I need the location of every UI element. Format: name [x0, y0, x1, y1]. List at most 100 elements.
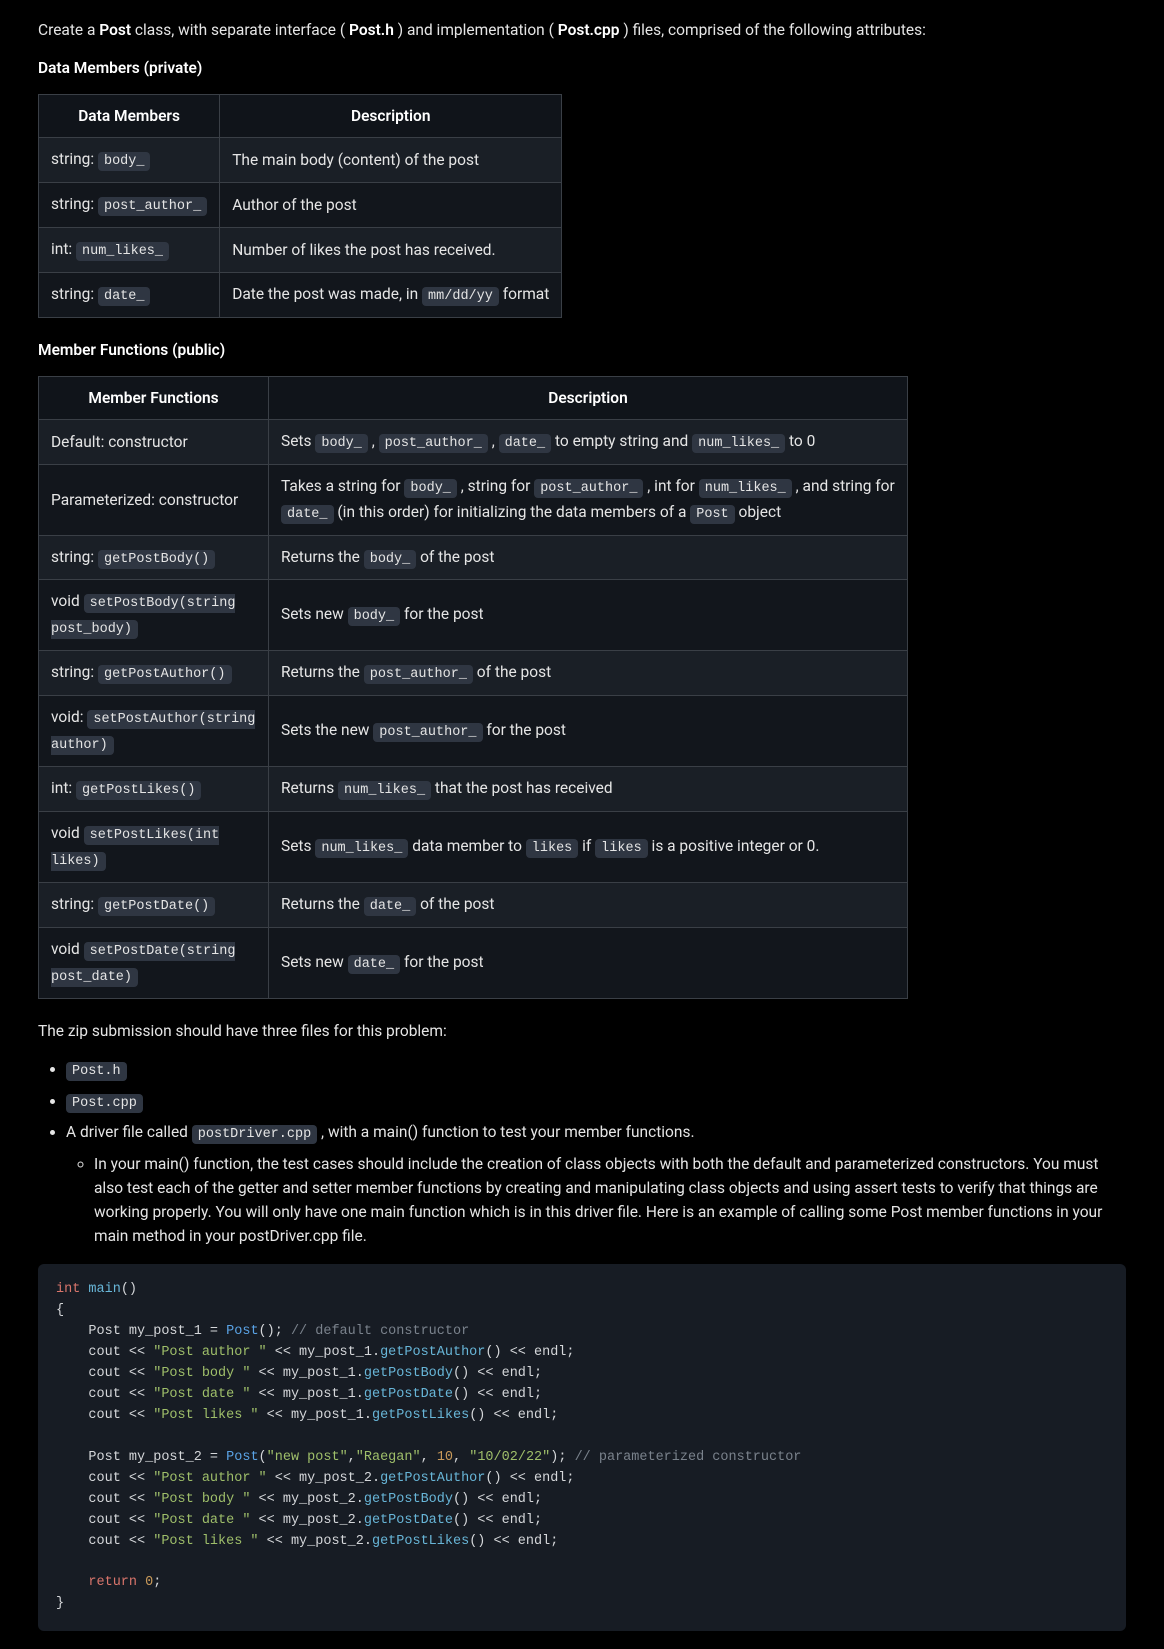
table-row: int: num_likes_ Number of likes the post… [39, 227, 562, 272]
tok: (); [259, 1324, 291, 1339]
tok: cout << [56, 1471, 153, 1486]
tok: getPostAuthor [380, 1471, 485, 1486]
tok: () << endl; [453, 1366, 542, 1381]
text: if [582, 837, 595, 855]
code: num_likes_ [315, 839, 408, 858]
tok: getPostAuthor [380, 1345, 485, 1360]
cell-function: void setPostLikes(int likes) [39, 811, 269, 882]
type-prefix: string: [51, 150, 98, 168]
cell-description: Returns num_likes_ that the post has rec… [269, 767, 908, 812]
text: of the post [477, 663, 551, 681]
tok: getPostLikes [372, 1534, 469, 1549]
type-prefix: string: [51, 548, 98, 566]
tok: // parameterized constructor [575, 1450, 802, 1465]
tok: () << endl; [469, 1408, 558, 1423]
code: date_ [499, 434, 552, 453]
tok: } [56, 1596, 64, 1611]
code: post_author_ [373, 723, 482, 742]
tok: () << endl; [453, 1387, 542, 1402]
type-prefix: int: [51, 779, 76, 797]
cell-function: string: getPostAuthor() [39, 651, 269, 696]
file-name: Post.h [349, 21, 394, 39]
text: for the post [404, 953, 484, 971]
text: Sets [281, 432, 315, 450]
code: body_ [404, 479, 457, 498]
text: of the post [420, 548, 494, 566]
text: ) files, comprised of the following attr… [623, 21, 926, 39]
tok [137, 1575, 145, 1590]
tok: "Raegan" [356, 1450, 421, 1465]
table-header: Data Members [39, 95, 220, 138]
cell-description: Date the post was made, in mm/dd/yy form… [220, 272, 562, 317]
cell-description: Returns the post_author_ of the post [269, 651, 908, 696]
table-header: Description [269, 376, 908, 419]
text: Returns the [281, 548, 364, 566]
code: post_author_ [379, 434, 488, 453]
tok: << my_post_2. [259, 1534, 372, 1549]
tok: "Post body " [153, 1492, 250, 1507]
tok: "Post date " [153, 1387, 250, 1402]
cell: string: post_author_ [39, 182, 220, 227]
tok: 10 [437, 1450, 453, 1465]
text: that the post has received [435, 779, 613, 797]
file-code: postDriver.cpp [192, 1125, 317, 1144]
tok: "Post author " [153, 1471, 266, 1486]
tok: << my_post_1. [250, 1366, 363, 1381]
type-prefix: string: [51, 195, 98, 213]
code: body_ [315, 434, 368, 453]
text: format [503, 285, 550, 303]
sub-list: In your main() function, the test cases … [66, 1152, 1126, 1248]
member-functions-heading: Member Functions (public) [38, 338, 1126, 362]
tok: << my_post_2. [250, 1492, 363, 1507]
text: data member to [412, 837, 526, 855]
text: Sets [281, 837, 315, 855]
tok: { [56, 1303, 64, 1318]
code: getPostBody() [98, 550, 215, 569]
table-row: string: post_author_ Author of the post [39, 182, 562, 227]
tok: "Post likes " [153, 1408, 258, 1423]
list-item: Post.cpp [66, 1089, 1126, 1115]
tok: << my_post_1. [267, 1345, 380, 1360]
tok: getPostBody [364, 1492, 453, 1507]
text: ) and implementation ( [398, 21, 554, 39]
cell-description: Takes a string for body_ , string for po… [269, 464, 908, 535]
tok: getPostDate [364, 1387, 453, 1402]
table-row: void setPostBody(string post_body) Sets … [39, 580, 908, 651]
tok: Post [226, 1324, 258, 1339]
table-row: string: getPostAuthor() Returns the post… [39, 651, 908, 696]
tok: cout << [56, 1534, 153, 1549]
intro-paragraph: Create a Post class, with separate inter… [38, 18, 1126, 42]
member-code: post_author_ [98, 197, 207, 216]
code: getPostLikes() [76, 781, 201, 800]
tok: << my_post_1. [250, 1387, 363, 1402]
tok: getPostBody [364, 1366, 453, 1381]
type-prefix: int: [51, 240, 76, 258]
tok: ( [259, 1450, 267, 1465]
text: is a positive integer or 0. [652, 837, 820, 855]
tok: () << endl; [453, 1492, 542, 1507]
tok: Post my_post_2 = [56, 1450, 226, 1465]
tok: () [121, 1282, 137, 1297]
text: Returns the [281, 663, 364, 681]
text: to 0 [789, 432, 815, 450]
text: Create a [38, 21, 99, 39]
cell-description: Author of the post [220, 182, 562, 227]
table-row: string: body_ The main body (content) of… [39, 138, 562, 183]
type-prefix: string: [51, 895, 98, 913]
cell-function: void setPostDate(string post_date) [39, 927, 269, 998]
text: , with a main() function to test your me… [321, 1123, 695, 1141]
tok: "Post author " [153, 1345, 266, 1360]
cell: string: body_ [39, 138, 220, 183]
text: to empty string and [555, 432, 692, 450]
type-prefix: void [51, 592, 84, 610]
cell-description: Sets the new post_author_ for the post [269, 696, 908, 767]
file-code: Post.cpp [66, 1094, 143, 1113]
code: num_likes_ [692, 434, 785, 453]
table-row: string: date_ Date the post was made, in… [39, 272, 562, 317]
code-block: int main() { Post my_post_1 = Post(); //… [38, 1264, 1126, 1631]
text: , [372, 432, 379, 450]
text: of the post [420, 895, 494, 913]
code: post_author_ [364, 665, 473, 684]
cell-function: void: setPostAuthor(string author) [39, 696, 269, 767]
cell-description: Returns the body_ of the post [269, 535, 908, 580]
